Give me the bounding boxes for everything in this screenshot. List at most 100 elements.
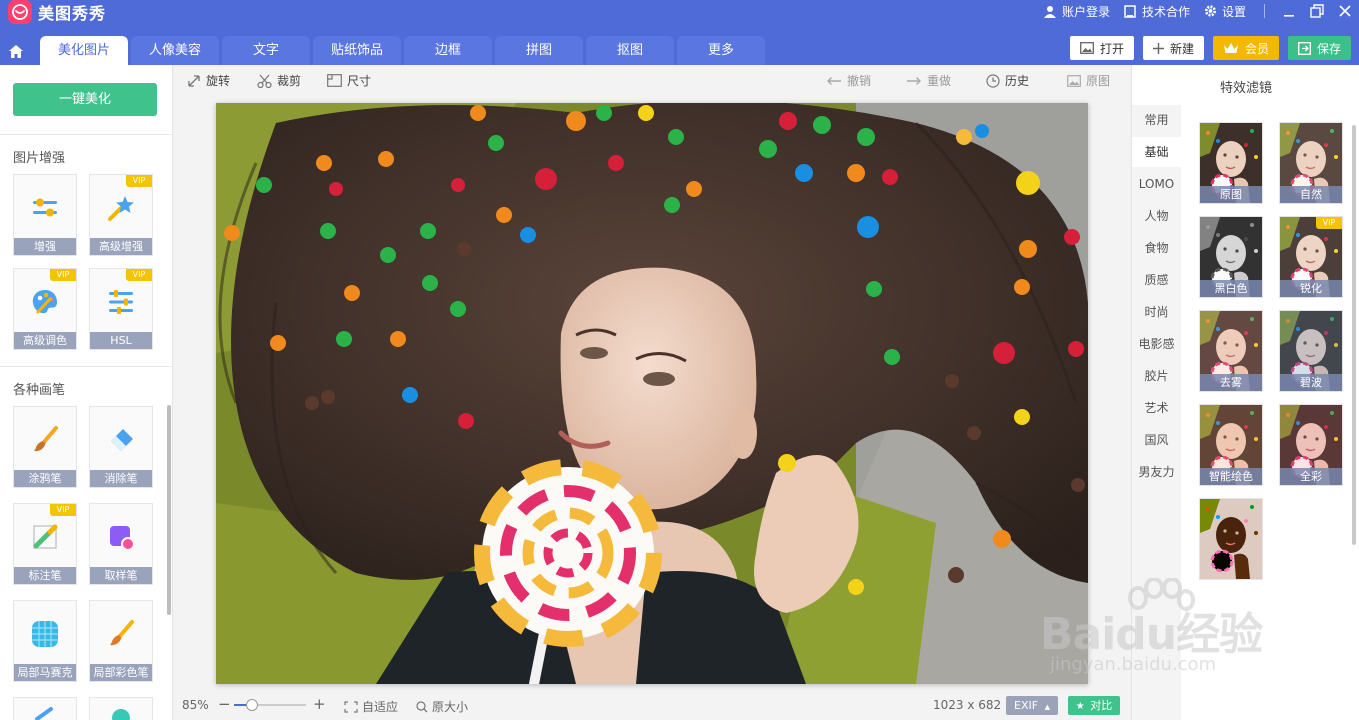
filter-thumb[interactable]: 智能绘色 bbox=[1199, 404, 1263, 486]
zoom-in-button[interactable]: + bbox=[313, 695, 326, 713]
save-button[interactable]: 保存 bbox=[1287, 36, 1351, 60]
filter-category-lomo[interactable]: LOMO bbox=[1132, 169, 1181, 199]
filter-thumb[interactable]: 去雾 bbox=[1199, 310, 1263, 392]
undo-arrow-icon bbox=[827, 76, 841, 85]
home-button[interactable] bbox=[0, 37, 32, 65]
mosaic-icon bbox=[14, 609, 76, 659]
filter-category-chinese-style[interactable]: 国风 bbox=[1132, 425, 1181, 455]
redo-arrow-icon bbox=[907, 76, 921, 85]
tab-borders[interactable]: 边框 bbox=[404, 36, 492, 65]
filter-panel-scrollbar[interactable] bbox=[1352, 125, 1356, 545]
top-links: 账户登录 技术合作 设置 bbox=[1044, 0, 1359, 22]
redo-button[interactable]: 重做 bbox=[906, 72, 951, 89]
filter-thumb[interactable]: 自然 bbox=[1279, 122, 1343, 204]
eraser-icon bbox=[90, 415, 152, 465]
filter-category-texture[interactable]: 质感 bbox=[1132, 265, 1181, 295]
pen-icon bbox=[14, 704, 76, 720]
vip-badge: VIP bbox=[1316, 217, 1342, 229]
open-button[interactable]: 打开 bbox=[1069, 36, 1134, 60]
tab-collage[interactable]: 拼图 bbox=[495, 36, 583, 65]
caret-up-icon: ▲ bbox=[1044, 703, 1050, 711]
settings-link[interactable]: 设置 bbox=[1204, 3, 1246, 20]
color-brush-icon bbox=[90, 609, 152, 659]
filter-category-people[interactable]: 人物 bbox=[1132, 201, 1181, 231]
filter-category-art[interactable]: 艺术 bbox=[1132, 393, 1181, 423]
undo-button[interactable]: 撤销 bbox=[826, 72, 871, 89]
tool-advanced-enhance[interactable]: VIP 高级增强 bbox=[89, 174, 153, 256]
crop-button[interactable]: 裁剪 bbox=[257, 72, 301, 89]
tool-hsl[interactable]: VIP HSL bbox=[89, 268, 153, 350]
tab-more[interactable]: 更多 bbox=[677, 36, 765, 65]
tab-beautify[interactable]: 美化图片 bbox=[40, 36, 128, 65]
filter-thumb-label: 智能绘色 bbox=[1200, 468, 1262, 485]
left-panel-scrollbar[interactable] bbox=[167, 405, 171, 615]
photo-illustration bbox=[216, 103, 1088, 684]
actual-size-button[interactable]: 原大小 bbox=[416, 698, 468, 715]
app-logo: 美图秀秀 bbox=[8, 0, 106, 24]
filter-category-cinematic[interactable]: 电影感 bbox=[1132, 329, 1181, 359]
filter-thumb[interactable]: VIP 锐化 bbox=[1279, 216, 1343, 298]
zoom-slider-thumb[interactable] bbox=[246, 699, 258, 711]
tool-more-brush-2[interactable] bbox=[89, 697, 153, 720]
zoom-slider[interactable] bbox=[234, 699, 306, 711]
image-canvas[interactable] bbox=[174, 95, 1130, 690]
enhance-section-title: 图片增强 bbox=[13, 151, 66, 166]
tab-text[interactable]: 文字 bbox=[222, 36, 310, 65]
tool-advanced-color[interactable]: VIP 高级调色 bbox=[13, 268, 77, 350]
tool-local-color-pen[interactable]: 局部彩色笔 bbox=[89, 600, 153, 682]
compare-button[interactable]: ★ 对比 bbox=[1068, 696, 1120, 715]
minimize-button[interactable] bbox=[1275, 0, 1303, 22]
hsl-sliders-icon bbox=[90, 277, 152, 327]
tool-enhance[interactable]: 增强 bbox=[13, 174, 77, 256]
zoom-out-button[interactable]: − bbox=[218, 695, 231, 713]
account-login-label: 账户登录 bbox=[1061, 4, 1110, 19]
vip-button[interactable]: 会员 bbox=[1212, 36, 1279, 60]
save-label: 保存 bbox=[1316, 41, 1341, 56]
new-button[interactable]: 新建 bbox=[1142, 36, 1204, 60]
edited-photo[interactable] bbox=[216, 103, 1088, 684]
filter-category-common[interactable]: 常用 bbox=[1132, 105, 1181, 135]
app-name: 美图秀秀 bbox=[38, 4, 107, 23]
history-button[interactable]: 历史 bbox=[986, 72, 1029, 89]
rotate-button[interactable]: 旋转 bbox=[187, 72, 230, 89]
filter-category-film[interactable]: 胶片 bbox=[1132, 361, 1181, 391]
tool-local-mosaic[interactable]: 局部马赛克 bbox=[13, 600, 77, 682]
one-click-beautify-button[interactable]: 一键美化 bbox=[13, 83, 157, 116]
section-divider bbox=[0, 366, 172, 367]
size-button[interactable]: 尺寸 bbox=[327, 72, 371, 89]
exif-button[interactable]: EXIF ▲ bbox=[1006, 696, 1058, 715]
restore-button[interactable] bbox=[1303, 0, 1331, 22]
actual-size-label: 原大小 bbox=[432, 700, 469, 714]
tab-portrait[interactable]: 人像美容 bbox=[131, 36, 219, 65]
tool-doodle-brush[interactable]: 涂鸦笔 bbox=[13, 406, 77, 488]
close-icon bbox=[1339, 5, 1351, 17]
filter-thumb[interactable] bbox=[1199, 498, 1263, 580]
filter-thumb[interactable]: 碧波 bbox=[1279, 310, 1343, 392]
tool-more-brush[interactable] bbox=[13, 697, 77, 720]
home-icon bbox=[9, 44, 23, 58]
original-button[interactable]: 原图 bbox=[1067, 72, 1110, 89]
tab-stickers[interactable]: 贴纸饰品 bbox=[313, 36, 401, 65]
filter-category-basic[interactable]: 基础 bbox=[1132, 137, 1181, 167]
tech-cooperation-link[interactable]: 技术合作 bbox=[1124, 3, 1190, 20]
tool-eraser-pen[interactable]: 消除笔 bbox=[89, 406, 153, 488]
filter-thumb[interactable]: 原图 bbox=[1199, 122, 1263, 204]
filter-thumb[interactable]: 黑白色 bbox=[1199, 216, 1263, 298]
filter-category-boyfriend[interactable]: 男友力 bbox=[1132, 457, 1181, 487]
filter-category-food[interactable]: 食物 bbox=[1132, 233, 1181, 263]
plus-icon bbox=[1152, 42, 1164, 54]
account-login-link[interactable]: 账户登录 bbox=[1044, 3, 1110, 20]
filter-thumb-label: 锐化 bbox=[1280, 280, 1342, 297]
tablet-icon bbox=[1124, 4, 1137, 18]
fit-button[interactable]: 自适应 bbox=[344, 698, 398, 715]
filter-category-fashion[interactable]: 时尚 bbox=[1132, 297, 1181, 327]
minimize-icon bbox=[1284, 15, 1294, 17]
tool-sample-pen[interactable]: 取样笔 bbox=[89, 503, 153, 585]
tool-marker-pen[interactable]: VIP 标注笔 bbox=[13, 503, 77, 585]
tab-cutout[interactable]: 抠图 bbox=[586, 36, 674, 65]
close-button[interactable] bbox=[1331, 0, 1359, 22]
tool-doodle-brush-label: 涂鸦笔 bbox=[14, 470, 76, 487]
filter-thumb-label: 黑白色 bbox=[1200, 280, 1262, 297]
tool-marker-pen-label: 标注笔 bbox=[14, 567, 76, 584]
filter-thumb[interactable]: 全彩 bbox=[1279, 404, 1343, 486]
